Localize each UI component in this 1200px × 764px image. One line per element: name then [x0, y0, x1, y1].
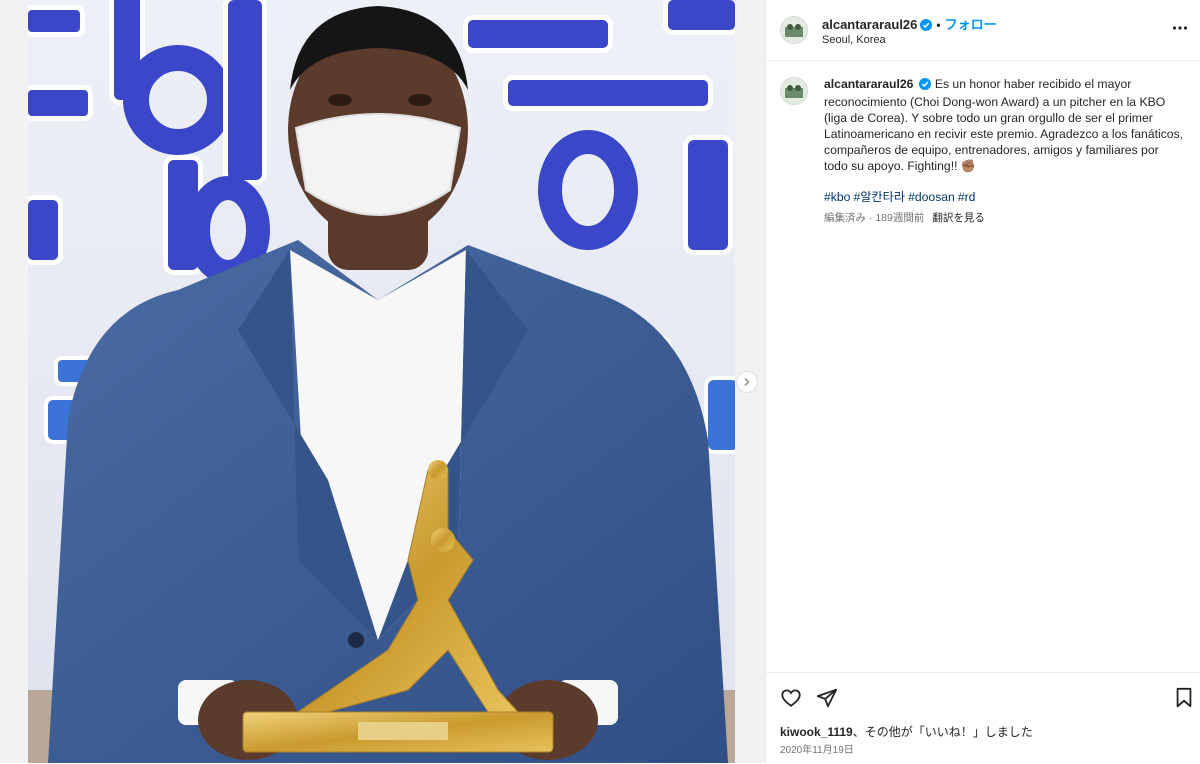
- verified-badge-icon: [919, 78, 932, 94]
- paper-plane-icon: [816, 688, 838, 708]
- avatar[interactable]: [780, 16, 808, 44]
- more-horizontal-icon: [1172, 26, 1188, 30]
- likes-suffix[interactable]: 、その他が「いいね！」しました: [853, 725, 1033, 739]
- avatar-image: [781, 17, 807, 43]
- post-date: 2020年11月19日: [780, 745, 854, 756]
- hashtag-link[interactable]: #doosan: [908, 190, 955, 204]
- location-link[interactable]: Seoul, Korea: [822, 34, 886, 46]
- likes-summary: kiwook_1119、その他が「いいね！」しました: [780, 723, 1033, 740]
- hashtag-link[interactable]: #rd: [958, 190, 976, 204]
- post-header: alcantararaul26 • フォロー Seoul, Korea: [766, 0, 1200, 61]
- header-user-line: alcantararaul26 • フォロー: [822, 14, 997, 34]
- caption-avatar[interactable]: [780, 77, 808, 105]
- caption-body: Es un honor haber recibido el mayor reco…: [824, 77, 1184, 173]
- caption-username[interactable]: alcantararaul26: [824, 77, 913, 91]
- avatar-image: [781, 78, 807, 104]
- post-footer: kiwook_1119、その他が「いいね！」しました 2020年11月19日: [766, 672, 1200, 764]
- next-photo-button[interactable]: [736, 371, 758, 393]
- more-options-button[interactable]: [1172, 20, 1188, 41]
- translate-link[interactable]: 翻訳を見る: [932, 212, 985, 224]
- photo-illustration: [28, 0, 735, 763]
- fist-emoji: ✊🏽: [960, 159, 977, 173]
- post-photo: [28, 0, 735, 763]
- hashtag-link[interactable]: #kbo: [824, 190, 850, 204]
- save-button[interactable]: [1174, 687, 1194, 714]
- bookmark-icon: [1176, 687, 1192, 708]
- share-button[interactable]: [816, 687, 838, 714]
- caption-meta: 編集済み · 189週間前 翻訳を見る: [824, 212, 985, 224]
- edited-label: 編集済み: [824, 212, 866, 224]
- verified-badge-icon: [920, 19, 933, 34]
- post-side-panel: alcantararaul26 • フォロー Seoul, Korea alcant…: [766, 0, 1200, 763]
- hashtag-list: #kbo #알칸타라 #doosan #rd: [824, 187, 978, 205]
- left-gutter: [0, 0, 28, 763]
- hashtag-link[interactable]: #알칸타라: [853, 190, 905, 204]
- caption-text: alcantararaul26 Es un honor haber recibi…: [824, 76, 1184, 174]
- liker-username[interactable]: kiwook_1119: [780, 725, 853, 739]
- chevron-right-icon: [744, 377, 750, 387]
- post-age: 189週間前: [875, 212, 925, 224]
- separator-dot: •: [936, 18, 941, 32]
- heart-icon: [781, 689, 801, 707]
- header-username[interactable]: alcantararaul26: [822, 17, 917, 32]
- follow-button[interactable]: フォロー: [945, 17, 997, 32]
- like-button[interactable]: [780, 687, 802, 714]
